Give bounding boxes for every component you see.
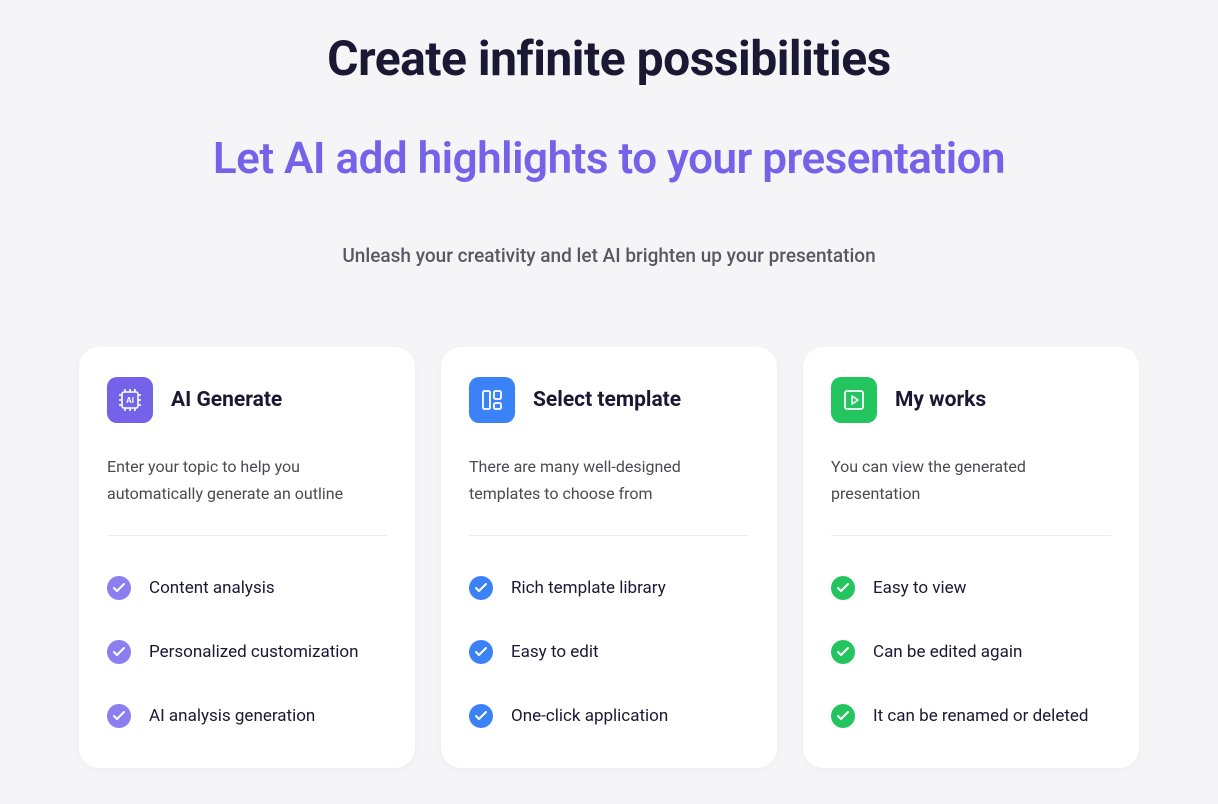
card-ai-generate[interactable]: AI AI Generate xyxy=(79,347,415,768)
check-icon xyxy=(469,704,493,728)
divider xyxy=(107,535,387,536)
check-icon xyxy=(107,704,131,728)
check-icon xyxy=(107,576,131,600)
card-description: There are many well-designed templates t… xyxy=(469,453,749,507)
cards-row: AI AI Generate xyxy=(79,347,1139,768)
card-select-template[interactable]: Select template There are many well-desi… xyxy=(441,347,777,768)
feature-list: Rich template library Easy to edit One-c… xyxy=(469,576,749,728)
feature-text: Can be edited again xyxy=(873,642,1022,662)
feature-item: Can be edited again xyxy=(831,640,1111,664)
feature-list: Easy to view Can be edited again It can … xyxy=(831,576,1111,728)
feature-item: AI analysis generation xyxy=(107,704,387,728)
feature-text: Easy to edit xyxy=(511,642,599,662)
feature-item: Personalized customization xyxy=(107,640,387,664)
feature-item: Easy to edit xyxy=(469,640,749,664)
card-my-works[interactable]: My works You can view the generated pres… xyxy=(803,347,1139,768)
feature-text: AI analysis generation xyxy=(149,706,315,726)
divider xyxy=(469,535,749,536)
check-icon xyxy=(831,704,855,728)
card-header: My works xyxy=(831,377,1111,423)
card-title: Select template xyxy=(533,388,681,412)
tagline: Unleash your creativity and let AI brigh… xyxy=(79,244,1139,267)
divider xyxy=(831,535,1111,536)
feature-item: It can be renamed or deleted xyxy=(831,704,1111,728)
feature-text: Easy to view xyxy=(873,578,966,598)
check-icon xyxy=(469,576,493,600)
feature-item: Rich template library xyxy=(469,576,749,600)
check-icon xyxy=(831,576,855,600)
feature-text: Rich template library xyxy=(511,578,666,598)
feature-list: Content analysis Personalized customizat… xyxy=(107,576,387,728)
card-header: AI AI Generate xyxy=(107,377,387,423)
card-title: My works xyxy=(895,388,986,412)
layout-grid-icon xyxy=(469,377,515,423)
card-description: Enter your topic to help you automatical… xyxy=(107,453,387,507)
feature-text: One-click application xyxy=(511,706,668,726)
feature-text: It can be renamed or deleted xyxy=(873,706,1089,726)
card-header: Select template xyxy=(469,377,749,423)
svg-text:AI: AI xyxy=(126,396,134,405)
sub-title: Let AI add highlights to your presentati… xyxy=(79,132,1139,184)
check-icon xyxy=(107,640,131,664)
play-square-icon xyxy=(831,377,877,423)
main-title: Create infinite possibilities xyxy=(79,30,1139,87)
feature-text: Personalized customization xyxy=(149,642,359,662)
card-title: AI Generate xyxy=(171,388,282,412)
feature-item: Content analysis xyxy=(107,576,387,600)
feature-text: Content analysis xyxy=(149,578,275,598)
feature-item: One-click application xyxy=(469,704,749,728)
check-icon xyxy=(831,640,855,664)
feature-item: Easy to view xyxy=(831,576,1111,600)
card-description: You can view the generated presentation xyxy=(831,453,1111,507)
ai-chip-icon: AI xyxy=(107,377,153,423)
check-icon xyxy=(469,640,493,664)
